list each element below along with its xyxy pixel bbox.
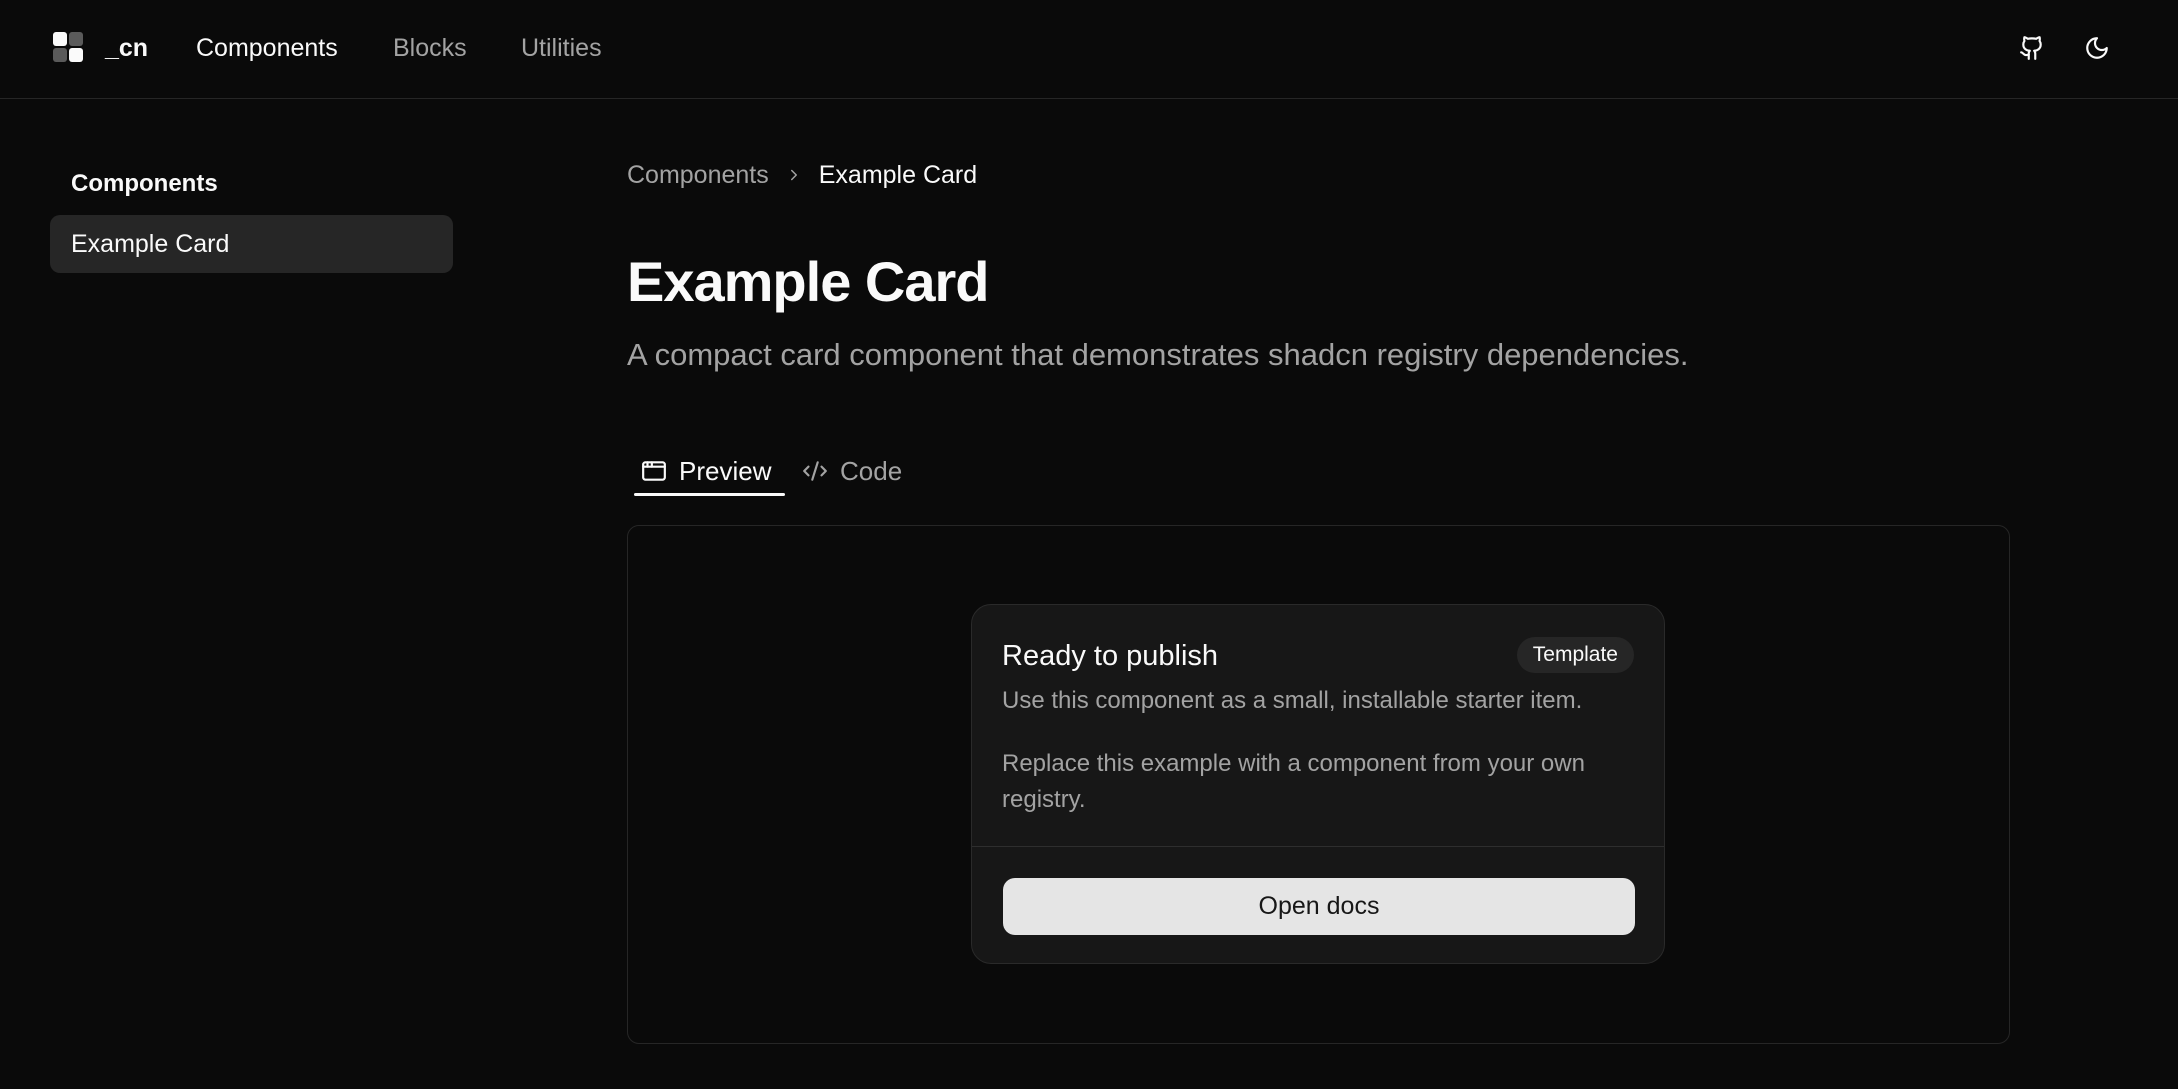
top-header: _cn Components Blocks Utilities (0, 0, 2178, 99)
tab-code-label: Code (840, 455, 903, 486)
sidebar-item-example-card[interactable]: Example Card (50, 215, 453, 273)
nav-blocks[interactable]: Blocks (393, 30, 467, 66)
breadcrumb-components-link[interactable]: Components (627, 157, 769, 193)
page-description: A compact card component that demonstrat… (627, 337, 1689, 372)
active-tab-indicator (634, 493, 785, 496)
brand-name[interactable]: _cn (105, 30, 148, 66)
window-icon (641, 458, 667, 484)
open-docs-button[interactable]: Open docs (1003, 878, 1635, 935)
card-title: Ready to publish (1002, 640, 1219, 672)
tab-code[interactable]: Code (802, 446, 902, 496)
logo-icon[interactable] (53, 32, 83, 62)
github-icon[interactable] (2015, 31, 2049, 65)
breadcrumb: Components Example Card (627, 157, 977, 193)
page-title: Example Card (627, 250, 989, 313)
card-description: Use this component as a small, installab… (1002, 687, 1583, 714)
nav-utilities[interactable]: Utilities (521, 30, 602, 66)
tab-preview[interactable]: Preview (641, 446, 771, 496)
code-icon (802, 458, 828, 484)
moon-icon[interactable] (2080, 31, 2114, 65)
breadcrumb-current: Example Card (818, 161, 978, 189)
chevron-right-icon (785, 166, 803, 184)
example-card: Ready to publish Template Use this compo… (971, 604, 1665, 964)
card-body-text: Replace this example with a component fr… (1002, 750, 1585, 813)
card-divider (972, 846, 1664, 847)
tab-preview-label: Preview (679, 455, 772, 486)
sidebar-heading: Components (71, 170, 218, 197)
nav-components[interactable]: Components (196, 30, 338, 66)
template-badge: Template (1516, 637, 1634, 673)
